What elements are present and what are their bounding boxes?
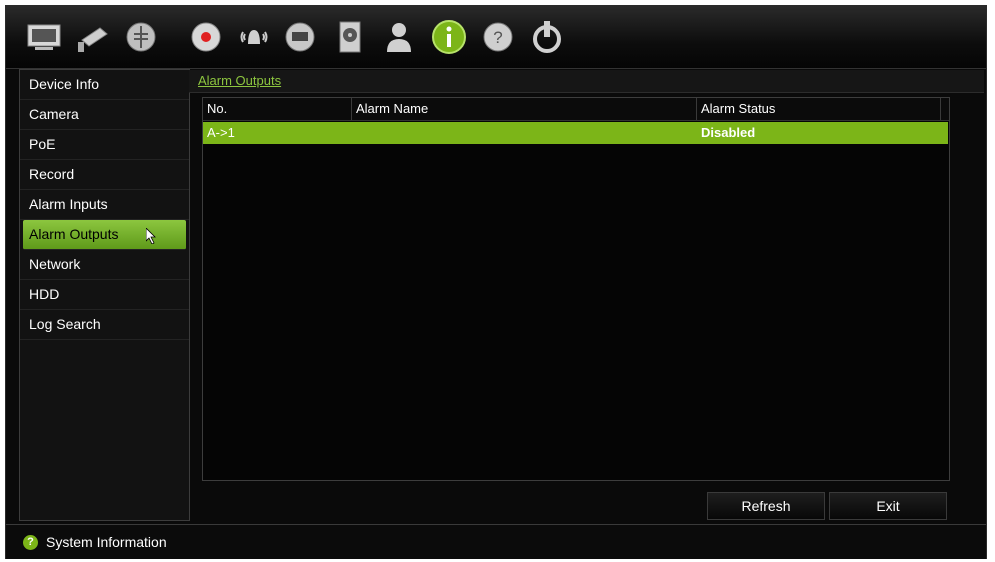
sidebar-item-poe[interactable]: PoE bbox=[20, 130, 189, 160]
table-row[interactable]: A->1 Disabled bbox=[203, 122, 948, 144]
mouse-cursor-icon bbox=[146, 228, 156, 244]
sidebar-item-record[interactable]: Record bbox=[20, 160, 189, 190]
help-icon: ? bbox=[23, 535, 38, 550]
network-icon[interactable] bbox=[281, 18, 319, 56]
alarm-icon[interactable] bbox=[235, 18, 273, 56]
page-title-bar: Alarm Outputs bbox=[189, 70, 984, 93]
sidebar-item-hdd[interactable]: HDD bbox=[20, 280, 189, 310]
page-title: Alarm Outputs bbox=[198, 73, 282, 88]
sidebar-item-alarm-outputs[interactable]: Alarm Outputs bbox=[23, 220, 186, 250]
cell-no: A->1 bbox=[207, 125, 235, 140]
sidebar-item-log-search[interactable]: Log Search bbox=[20, 310, 189, 340]
column-header-alarm-name[interactable]: Alarm Name bbox=[352, 98, 697, 120]
column-header-alarm-status[interactable]: Alarm Status bbox=[697, 98, 941, 120]
alarm-outputs-table: No. Alarm Name Alarm Status A->1 Disable… bbox=[202, 97, 950, 481]
record-icon[interactable] bbox=[187, 18, 225, 56]
hdd-icon[interactable] bbox=[331, 18, 369, 56]
camera-icon[interactable] bbox=[74, 18, 112, 56]
power-icon[interactable] bbox=[528, 18, 566, 56]
app-window: ? Device Info Camera PoE Record Alarm In… bbox=[5, 5, 987, 559]
sidebar-item-camera[interactable]: Camera bbox=[20, 100, 189, 130]
svg-text:?: ? bbox=[493, 28, 502, 47]
exit-button[interactable]: Exit bbox=[829, 492, 947, 520]
sidebar-item-device-info[interactable]: Device Info bbox=[20, 70, 189, 100]
refresh-button[interactable]: Refresh bbox=[707, 492, 825, 520]
sidebar-item-alarm-inputs[interactable]: Alarm Inputs bbox=[20, 190, 189, 220]
monitor-icon[interactable] bbox=[25, 18, 63, 56]
status-bar: ? System Information bbox=[6, 524, 986, 559]
cell-alarm-status: Disabled bbox=[701, 125, 756, 140]
table-header: No. Alarm Name Alarm Status bbox=[203, 98, 949, 121]
help-icon[interactable]: ? bbox=[479, 18, 517, 56]
ptz-icon[interactable] bbox=[122, 18, 160, 56]
sidebar: Device Info Camera PoE Record Alarm Inpu… bbox=[19, 69, 190, 521]
status-text: System Information bbox=[46, 534, 167, 550]
user-icon[interactable] bbox=[380, 18, 418, 56]
sidebar-item-label: Alarm Outputs bbox=[29, 226, 119, 242]
sidebar-item-network[interactable]: Network bbox=[20, 250, 189, 280]
top-toolbar: ? bbox=[6, 6, 986, 69]
info-icon[interactable] bbox=[430, 18, 468, 56]
column-header-no[interactable]: No. bbox=[203, 98, 352, 120]
cell-alarm-name bbox=[352, 122, 356, 144]
